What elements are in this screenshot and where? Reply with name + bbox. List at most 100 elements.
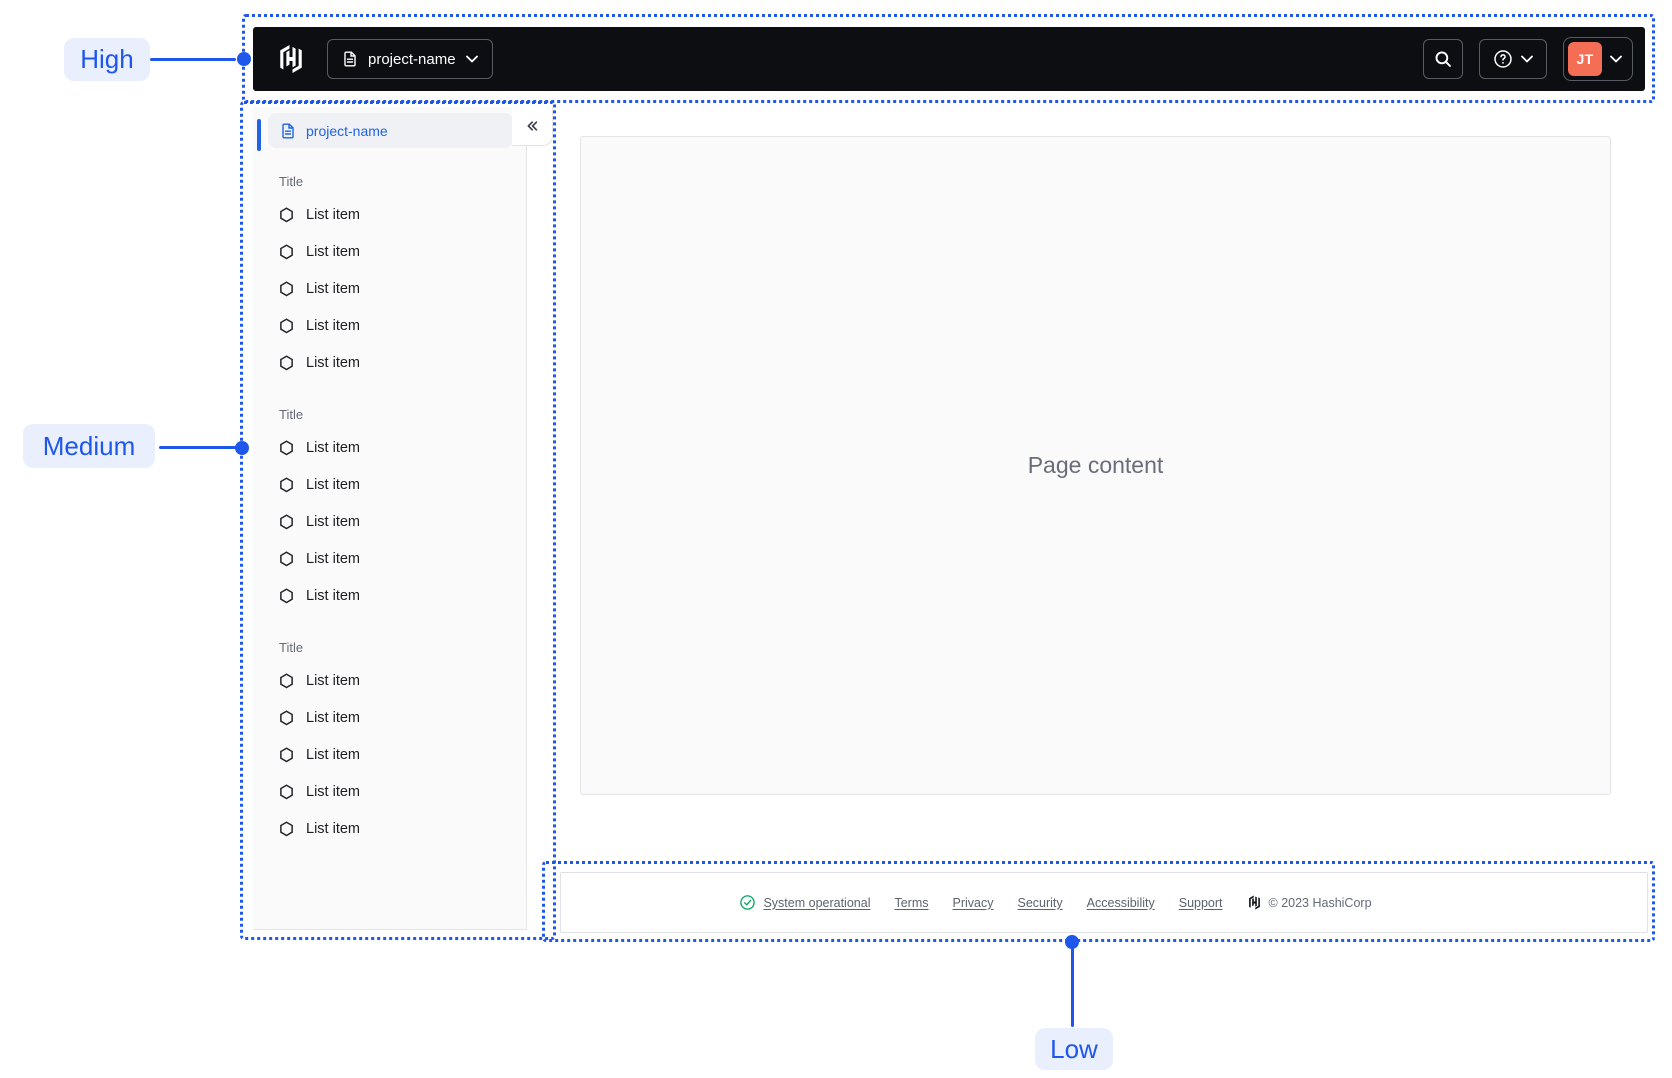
search-icon bbox=[1434, 50, 1452, 68]
hexagon-icon bbox=[279, 243, 294, 260]
system-status-link[interactable]: System operational bbox=[740, 895, 870, 910]
sidebar-list-item[interactable]: List item bbox=[253, 429, 526, 466]
sidebar-active-item[interactable]: project-name bbox=[268, 113, 513, 148]
sidebar-list-item[interactable]: List item bbox=[253, 773, 526, 810]
sidebar-section: Title List item List item List item List… bbox=[253, 172, 526, 381]
annotation-dot-low bbox=[1065, 935, 1079, 949]
chevron-down-icon bbox=[465, 55, 478, 63]
sidebar-item-label: List item bbox=[306, 820, 360, 837]
sidebar-list-item[interactable]: List item bbox=[253, 662, 526, 699]
page-content-placeholder: Page content bbox=[1027, 452, 1164, 478]
sidebar-section: Title List item List item List item List… bbox=[253, 405, 526, 614]
sidebar-item-label: List item bbox=[306, 550, 360, 567]
sidebar-item-label: List item bbox=[306, 317, 360, 334]
file-text-icon bbox=[280, 123, 296, 139]
sidebar-item-label: List item bbox=[306, 476, 360, 493]
sidebar-active-item-label: project-name bbox=[306, 122, 388, 139]
file-text-icon bbox=[342, 51, 358, 67]
sidebar-item-label: List item bbox=[306, 672, 360, 689]
project-switcher-label: project-name bbox=[368, 50, 456, 68]
hexagon-icon bbox=[279, 476, 294, 493]
footer-links: Terms Privacy Security Accessibility Sup… bbox=[894, 896, 1222, 910]
sidebar-list-item[interactable]: List item bbox=[253, 699, 526, 736]
hashicorp-logo[interactable] bbox=[275, 43, 307, 75]
avatar-initials: JT bbox=[1576, 51, 1594, 67]
sidebar-list-item[interactable]: List item bbox=[253, 307, 526, 344]
sidebar-list-item[interactable]: List item bbox=[253, 577, 526, 614]
annotation-pill-high: High bbox=[64, 38, 150, 81]
annotation-line-high bbox=[150, 58, 236, 61]
hexagon-icon bbox=[279, 354, 294, 371]
hexagon-icon bbox=[279, 820, 294, 837]
sidebar-list-item[interactable]: List item bbox=[253, 270, 526, 307]
footer-link[interactable]: Support bbox=[1179, 896, 1223, 910]
search-button[interactable] bbox=[1423, 39, 1463, 79]
sidebar-section-list: List item List item List item List item … bbox=[253, 662, 526, 847]
help-circle-icon bbox=[1493, 49, 1513, 69]
hashicorp-logo-small bbox=[1247, 895, 1262, 910]
sidebar-item-label: List item bbox=[306, 243, 360, 260]
sidebar-section-title: Title bbox=[279, 174, 304, 189]
hexagon-icon bbox=[279, 672, 294, 689]
top-navbar: project-name JT bbox=[253, 27, 1645, 91]
hexagon-icon bbox=[279, 513, 294, 530]
sidebar-item-label: List item bbox=[306, 709, 360, 726]
sidebar-list-item[interactable]: List item bbox=[253, 466, 526, 503]
annotation-pill-medium: Medium bbox=[23, 424, 155, 468]
footer-link[interactable]: Privacy bbox=[953, 896, 994, 910]
sidebar-item-label: List item bbox=[306, 513, 360, 530]
sidebar-item-label: List item bbox=[306, 280, 360, 297]
annotation-label-low: Low bbox=[1050, 1033, 1098, 1064]
sidebar-section-title: Title bbox=[279, 407, 304, 422]
annotation-label-medium: Medium bbox=[42, 430, 136, 461]
footer-copyright: © 2023 HashiCorp bbox=[1247, 895, 1372, 910]
annotation-line-low bbox=[1071, 945, 1074, 1027]
sidebar-item-label: List item bbox=[306, 439, 360, 456]
sidebar-item-label: List item bbox=[306, 587, 360, 604]
hexagon-icon bbox=[279, 550, 294, 567]
help-menu-button[interactable] bbox=[1479, 39, 1547, 79]
sidebar-section-list: List item List item List item List item … bbox=[253, 429, 526, 614]
sidebar-item-label: List item bbox=[306, 206, 360, 223]
sidebar-list-item[interactable]: List item bbox=[253, 503, 526, 540]
annotation-dot-medium bbox=[235, 441, 249, 455]
main-content-panel: Page content bbox=[580, 136, 1611, 795]
sidebar-list-item[interactable]: List item bbox=[253, 196, 526, 233]
hexagon-icon bbox=[279, 587, 294, 604]
annotation-pill-low: Low bbox=[1035, 1028, 1113, 1070]
sidebar-item-label: List item bbox=[306, 783, 360, 800]
hexagon-icon bbox=[279, 280, 294, 297]
sidebar-section: Title List item List item List item List… bbox=[253, 638, 526, 847]
footer-link[interactable]: Security bbox=[1018, 896, 1063, 910]
chevron-down-icon bbox=[1610, 55, 1622, 63]
hexagon-icon bbox=[279, 317, 294, 334]
sidebar-section-list: List item List item List item List item … bbox=[253, 196, 526, 381]
sidebar-list-item[interactable]: List item bbox=[253, 736, 526, 773]
system-status-label: System operational bbox=[763, 895, 871, 910]
active-item-indicator bbox=[257, 119, 261, 151]
sidebar-list-item[interactable]: List item bbox=[253, 233, 526, 270]
footer: System operational Terms Privacy Securit… bbox=[560, 872, 1648, 933]
sidebar-item-label: List item bbox=[306, 354, 360, 371]
screenshot-stage: project-name JT project-name Title List … bbox=[0, 0, 1672, 1078]
sidebar-list-item[interactable]: List item bbox=[253, 344, 526, 381]
hexagon-icon bbox=[279, 206, 294, 223]
hexagon-icon bbox=[279, 746, 294, 763]
footer-link[interactable]: Terms bbox=[894, 896, 928, 910]
sidebar-item-label: List item bbox=[306, 746, 360, 763]
collapse-sidebar-button[interactable] bbox=[512, 107, 553, 146]
hexagon-icon bbox=[279, 439, 294, 456]
sidebar-list-item[interactable]: List item bbox=[253, 540, 526, 577]
annotation-line-medium bbox=[159, 446, 237, 449]
annotation-label-high: High bbox=[80, 44, 134, 74]
chevron-down-icon bbox=[1521, 55, 1533, 63]
chevrons-left-icon bbox=[524, 119, 540, 133]
hexagon-icon bbox=[279, 709, 294, 726]
user-menu-button[interactable]: JT bbox=[1563, 37, 1633, 81]
footer-link[interactable]: Accessibility bbox=[1087, 896, 1155, 910]
sidebar-list-item[interactable]: List item bbox=[253, 810, 526, 847]
hexagon-icon bbox=[279, 783, 294, 800]
side-nav: project-name Title List item List item L… bbox=[253, 107, 527, 930]
project-switcher-button[interactable]: project-name bbox=[327, 39, 493, 79]
check-circle-icon bbox=[740, 895, 756, 910]
